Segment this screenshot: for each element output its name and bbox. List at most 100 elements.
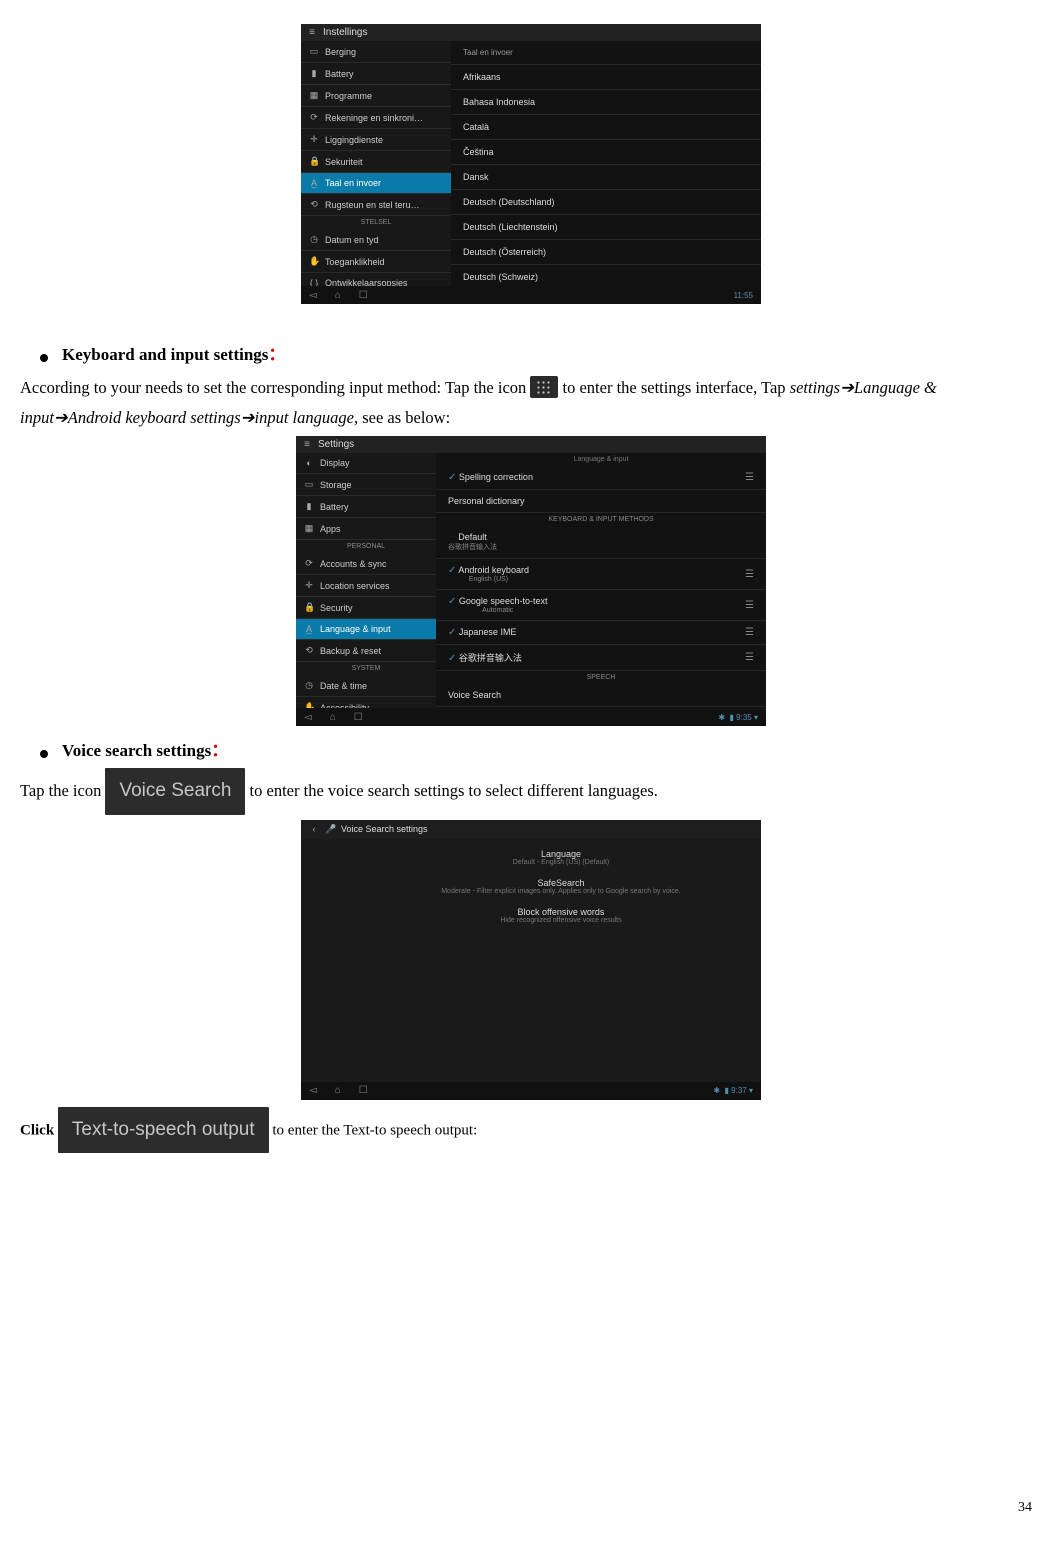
sidebar-item[interactable]: ◷Date & time (296, 675, 436, 697)
sidebar-item[interactable]: ▮Battery (301, 63, 451, 85)
sidebar-item[interactable]: ▦Programme (301, 85, 451, 107)
back-icon[interactable]: ◅ (309, 1085, 317, 1096)
language-option[interactable]: Čeština (451, 140, 761, 165)
language-option[interactable]: Afrikaans (451, 65, 761, 90)
sidebar-item[interactable]: ⟲Backup & reset (296, 640, 436, 662)
paragraph-tts: Click Text-to-speech output to enter the… (20, 1108, 1042, 1154)
voice-search-button: Voice Search (105, 768, 245, 814)
location-icon: ✛ (309, 134, 319, 145)
heading-keyboard-input: Keyboard and input settings： (40, 340, 1042, 365)
system-nav-bar: ◅ ⌂ ☐ ✱ ▮ 9:37 ▾ (301, 1082, 761, 1100)
sliders-icon[interactable]: ☰ (745, 652, 754, 663)
home-icon[interactable]: ⌂ (335, 290, 341, 301)
apps-icon: ▦ (309, 90, 319, 101)
keyboard-icon: A̲ (309, 178, 319, 188)
accessibility-icon: ✋ (309, 256, 319, 267)
sidebar-item[interactable]: ⟳Accounts & sync (296, 553, 436, 575)
language-option[interactable]: Deutsch (Österreich) (451, 240, 761, 265)
check-icon: ✓ (448, 627, 456, 638)
sync-icon: ⟳ (309, 112, 319, 123)
language-option[interactable]: Dansk (451, 165, 761, 190)
input-method-pinyin[interactable]: ✓ 谷歌拼音输入法 ☰ (436, 645, 766, 671)
keyboard-icon: A̲ (304, 624, 314, 634)
recent-icon[interactable]: ☐ (359, 290, 368, 301)
title-text: Voice Search settings (341, 824, 428, 834)
paragraph-keyboard-intro: According to your needs to set the corre… (20, 373, 1042, 432)
input-method-android-keyboard[interactable]: ✓ Android keyboardEnglish (US) ☰ (436, 559, 766, 590)
language-option[interactable]: Bahasa Indonesia (451, 90, 761, 115)
title-text: Settings (318, 439, 354, 450)
mic-icon: 🎤 (325, 824, 335, 835)
sliders-icon[interactable]: ☰ (745, 569, 754, 580)
clock-icon: ◷ (304, 680, 314, 691)
setting-row-block-offensive[interactable]: Block offensive words Hide recognized of… (361, 901, 761, 930)
storage-icon: ▭ (309, 46, 319, 57)
sidebar-item[interactable]: ▭Berging (301, 41, 451, 63)
input-method-japanese-ime[interactable]: ✓ Japanese IME ☰ (436, 621, 766, 645)
screenshot-language-input-settings: ≡ Settings ◐Display ▭Storage ▮Battery ▦A… (296, 436, 766, 726)
sidebar-item-language-input[interactable]: A̲Taal en invoer (301, 173, 451, 194)
bluetooth-icon: ✱ (713, 1086, 720, 1095)
window-title: ≡ Settings (296, 436, 766, 453)
sidebar-item[interactable]: ▦Apps (296, 518, 436, 540)
setting-row-voice-search[interactable]: Voice Search (436, 684, 766, 707)
back-icon[interactable]: ‹ (309, 824, 319, 834)
window-title: ‹ 🎤 Voice Search settings (301, 820, 761, 839)
input-method-default[interactable]: Default谷歌拼音输入法 (436, 526, 766, 559)
sidebar-item[interactable]: 🔒Security (296, 597, 436, 619)
setting-row-spelling[interactable]: ✓ Spelling correction ☰ (436, 466, 766, 490)
setting-row-language[interactable]: Language Default - English (US) (Default… (361, 843, 761, 872)
backup-icon: ⟲ (309, 199, 319, 210)
battery-icon: ▮ (725, 1086, 729, 1095)
system-nav-bar: ◅ ⌂ ☐ ✱ ▮ 9:35 ▾ (296, 708, 766, 726)
clock-icon: ◷ (309, 234, 319, 245)
check-icon: ✓ (448, 565, 456, 576)
page-number: 34 (1018, 1500, 1032, 1516)
language-option[interactable]: Deutsch (Deutschland) (451, 190, 761, 215)
back-icon[interactable]: ◅ (309, 290, 317, 301)
back-icon[interactable]: ◅ (304, 712, 312, 723)
language-input-panel: Language & input ✓ Spelling correction ☰… (436, 453, 766, 711)
lock-icon: 🔒 (304, 602, 314, 613)
sidebar-item[interactable]: ⟲Rugsteun en stel teru… (301, 194, 451, 216)
recent-icon[interactable]: ☐ (354, 712, 363, 723)
check-icon: ✓ (448, 653, 456, 664)
clock: 9:37 (731, 1086, 747, 1095)
sliders-icon[interactable]: ☰ (745, 472, 754, 483)
title-text: Instellings (323, 27, 367, 38)
setting-row-safesearch[interactable]: SafeSearch Moderate - Filter explicit im… (361, 872, 761, 901)
language-options-list: Taal en invoer Afrikaans Bahasa Indonesi… (451, 41, 761, 289)
apps-grid-icon (530, 376, 558, 398)
sidebar-item[interactable]: ✛Location services (296, 575, 436, 597)
sidebar-item-language-input[interactable]: A̲Language & input (296, 619, 436, 640)
language-option[interactable]: Deutsch (Liechtenstein) (451, 215, 761, 240)
sidebar-item[interactable]: ⟳Rekeninge en sinkroni… (301, 107, 451, 129)
sidebar-item[interactable]: ▮Battery (296, 496, 436, 518)
home-icon[interactable]: ⌂ (335, 1085, 341, 1096)
input-method-google-speech[interactable]: ✓ Google speech-to-textAutomatic ☰ (436, 590, 766, 621)
sidebar-item[interactable]: ✛Liggingdienste (301, 129, 451, 151)
wifi-icon: ▾ (749, 1086, 753, 1095)
clock: 9:35 (736, 713, 752, 722)
settings-sidebar: ▭Berging ▮Battery ▦Programme ⟳Rekeninge … (301, 41, 451, 289)
sliders-icon[interactable]: ☰ (745, 627, 754, 638)
home-icon[interactable]: ⌂ (330, 712, 336, 723)
check-icon: ✓ (448, 596, 456, 607)
screenshot-language-list: ≡ Instellings ▭Berging ▮Battery ▦Program… (301, 24, 761, 304)
setting-row-dictionary[interactable]: Personal dictionary (436, 490, 766, 513)
sidebar-item[interactable]: ◐Display (296, 453, 436, 474)
sidebar-item[interactable]: ▭Storage (296, 474, 436, 496)
system-nav-bar: ◅ ⌂ ☐ 11:55 (301, 286, 761, 304)
sliders-icon[interactable]: ☰ (745, 600, 754, 611)
sidebar-item[interactable]: ◷Datum en tyd (301, 229, 451, 251)
section-header: KEYBOARD & INPUT METHODS (436, 513, 766, 526)
sidebar-item[interactable]: ✋Toeganklikheid (301, 251, 451, 273)
bullet-icon (40, 354, 48, 362)
storage-icon: ▭ (304, 479, 314, 490)
window-title: ≡ Instellings (301, 24, 761, 41)
apps-icon: ▦ (304, 523, 314, 534)
language-option[interactable]: Català (451, 115, 761, 140)
sidebar-section: SYSTEM (296, 662, 436, 675)
recent-icon[interactable]: ☐ (359, 1085, 368, 1096)
sidebar-item[interactable]: 🔒Sekuriteit (301, 151, 451, 173)
